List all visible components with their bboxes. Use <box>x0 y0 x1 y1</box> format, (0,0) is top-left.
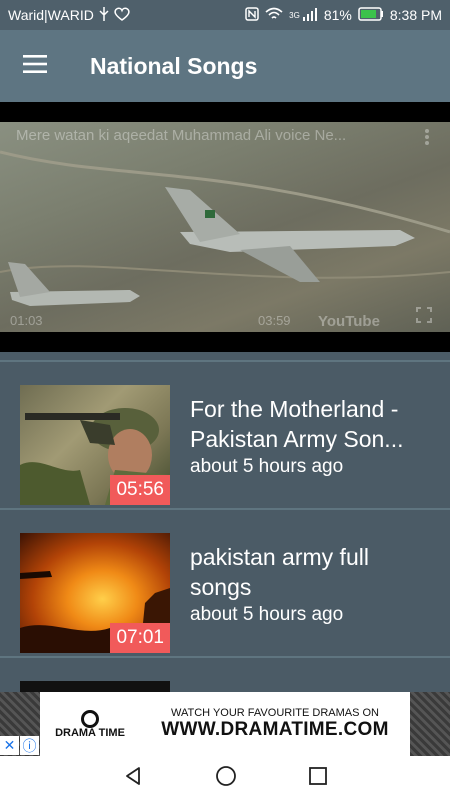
ad-choices-badge[interactable]: ✕ ⓘ <box>0 736 39 755</box>
video-thumbnail[interactable] <box>20 681 170 692</box>
jet-fighters-scene <box>0 150 450 306</box>
battery-icon <box>358 6 384 24</box>
close-icon[interactable]: ✕ <box>0 736 19 755</box>
video-time-ago: about 5 hours ago <box>190 604 344 625</box>
more-options-icon[interactable] <box>424 128 430 151</box>
ad-content[interactable]: DRAMA TIME WATCH YOUR FAVOURITE DRAMAS O… <box>40 692 410 756</box>
duration-badge: 05:56 <box>110 475 170 505</box>
ad-logo-text: DRAMA TIME <box>55 726 125 739</box>
list-item[interactable] <box>0 658 450 692</box>
ad-banner[interactable]: DRAMA TIME WATCH YOUR FAVOURITE DRAMAS O… <box>0 692 450 756</box>
list-item[interactable]: 05:56 For the Motherland - Pakistan Army… <box>0 362 450 510</box>
video-time-total: 03:59 <box>258 313 291 328</box>
video-time-ago: about 5 hours ago <box>190 456 344 477</box>
back-icon[interactable] <box>123 766 143 791</box>
heart-pulse-icon <box>114 7 130 24</box>
video-list: 05:56 For the Motherland - Pakistan Army… <box>0 352 450 692</box>
drama-time-logo: DRAMA TIME <box>40 709 140 739</box>
recents-icon[interactable] <box>309 766 327 790</box>
video-thumbnail[interactable]: 05:56 <box>20 385 170 505</box>
status-bar: Warid|WARID 3G 81% 8:38 PM <box>0 0 450 30</box>
video-player[interactable]: Mere watan ki aqeedat Muhammad Ali voice… <box>0 102 450 352</box>
info-icon[interactable]: ⓘ <box>20 736 39 755</box>
app-bar: National Songs <box>0 30 450 102</box>
video-time-current: 01:03 <box>10 313 43 328</box>
hamburger-menu-icon <box>23 54 47 78</box>
signal-icon <box>302 7 318 24</box>
page-title: National Songs <box>90 52 258 79</box>
nfc-icon <box>245 6 259 24</box>
fullscreen-icon[interactable] <box>416 307 432 328</box>
ad-tagline: WATCH YOUR FAVOURITE DRAMAS ON <box>171 707 379 719</box>
video-overlay-title: Mere watan ki aqeedat Muhammad Ali voice… <box>16 127 347 144</box>
wifi-icon <box>265 7 283 24</box>
video-thumbnail[interactable]: 07:01 <box>20 533 170 653</box>
menu-button[interactable] <box>0 30 70 102</box>
system-nav-bar <box>0 756 450 800</box>
usb-icon <box>98 6 110 24</box>
list-item[interactable]: 07:01 pakistan army full songs about 5 h… <box>0 510 450 658</box>
youtube-logo: YouTube <box>318 313 380 330</box>
video-frame[interactable]: Mere watan ki aqeedat Muhammad Ali voice… <box>0 122 450 332</box>
home-icon[interactable] <box>215 765 237 792</box>
video-title[interactable]: For the Motherland - Pakistan Army Son..… <box>190 394 435 454</box>
ad-url: WWW.DRAMATIME.COM <box>161 719 389 740</box>
battery-percent: 81% <box>323 7 352 23</box>
ad-pattern-right <box>410 692 450 756</box>
carrier-text: Warid|WARID <box>8 7 94 23</box>
network-type-label: 3G <box>289 10 300 20</box>
clock: 8:38 PM <box>389 7 442 23</box>
duration-badge: 07:01 <box>110 623 170 653</box>
video-title[interactable]: pakistan army full songs <box>190 542 435 602</box>
